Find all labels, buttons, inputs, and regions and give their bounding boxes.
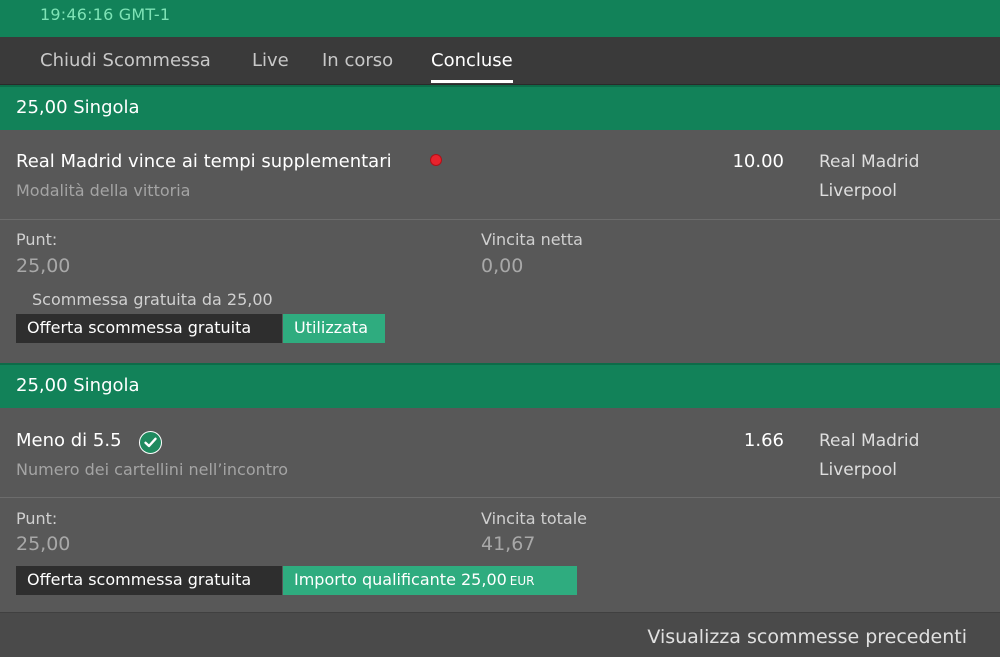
tab-in-corso[interactable]: In corso <box>322 50 393 71</box>
bet-card-header[interactable]: 25,00 Singola <box>0 363 1000 408</box>
tab-concluse[interactable]: Concluse <box>431 50 513 83</box>
return-value: 0,00 <box>481 255 524 277</box>
offer-status-label: Utilizzata <box>294 318 368 337</box>
return-value: 41,67 <box>481 533 536 555</box>
bet-type-label: 25,00 Singola <box>16 375 140 396</box>
divider <box>0 219 1000 220</box>
stake-value: 25,00 <box>16 255 71 277</box>
qualifying-amount: Importo qualificante 25,00 <box>294 570 507 589</box>
team-away: Liverpool <box>819 460 898 480</box>
market-name: Modalità della vittoria <box>16 181 191 200</box>
won-check-icon <box>139 431 162 454</box>
selection-name: Real Madrid vince ai tempi supplementari <box>16 151 392 172</box>
free-bet-note: Scommessa gratuita da 25,00 <box>32 290 273 309</box>
bet-card-header[interactable]: 25,00 Singola <box>0 85 1000 130</box>
divider <box>0 497 1000 498</box>
bet-history-tabs: Chiudi Scommessa Live In corso Concluse <box>0 37 1000 85</box>
clock: 19:46:16 GMT-1 <box>40 5 171 24</box>
team-home: Real Madrid <box>819 152 920 172</box>
bet-type-label: 25,00 Singola <box>16 97 140 118</box>
offer-status-label: Importo qualificante 25,00 EUR <box>294 570 535 589</box>
free-bet-offer-label: Offerta scommessa gratuita <box>27 570 252 589</box>
free-bet-offer-badge: Offerta scommessa gratuita <box>16 566 282 595</box>
selection-name: Meno di 5.5 <box>16 430 122 451</box>
lost-status-icon <box>430 154 442 166</box>
team-away: Liverpool <box>819 181 898 201</box>
tab-live[interactable]: Live <box>252 50 289 71</box>
top-bar: 19:46:16 GMT-1 <box>0 0 1000 37</box>
free-bet-offer-label: Offerta scommessa gratuita <box>27 318 252 337</box>
free-bet-offer-badge: Offerta scommessa gratuita <box>16 314 282 343</box>
view-previous-bets-link[interactable]: Visualizza scommesse precedenti <box>647 626 967 648</box>
footer: Visualizza scommesse precedenti <box>0 612 1000 657</box>
tab-chiudi-scommessa[interactable]: Chiudi Scommessa <box>40 50 211 71</box>
stake-label: Punt: <box>16 509 58 528</box>
offer-status-badge: Importo qualificante 25,00 EUR <box>283 566 577 595</box>
currency-label: EUR <box>509 574 535 588</box>
offer-status-badge: Utilizzata <box>283 314 385 343</box>
odds-value: 1.66 <box>743 430 784 451</box>
stake-label: Punt: <box>16 230 58 249</box>
stake-value: 25,00 <box>16 533 71 555</box>
team-home: Real Madrid <box>819 431 920 451</box>
return-label: Vincita totale <box>481 509 588 528</box>
market-name: Numero dei cartellini nell’incontro <box>16 460 289 479</box>
return-label: Vincita netta <box>481 230 583 249</box>
odds-value: 10.00 <box>732 151 784 172</box>
